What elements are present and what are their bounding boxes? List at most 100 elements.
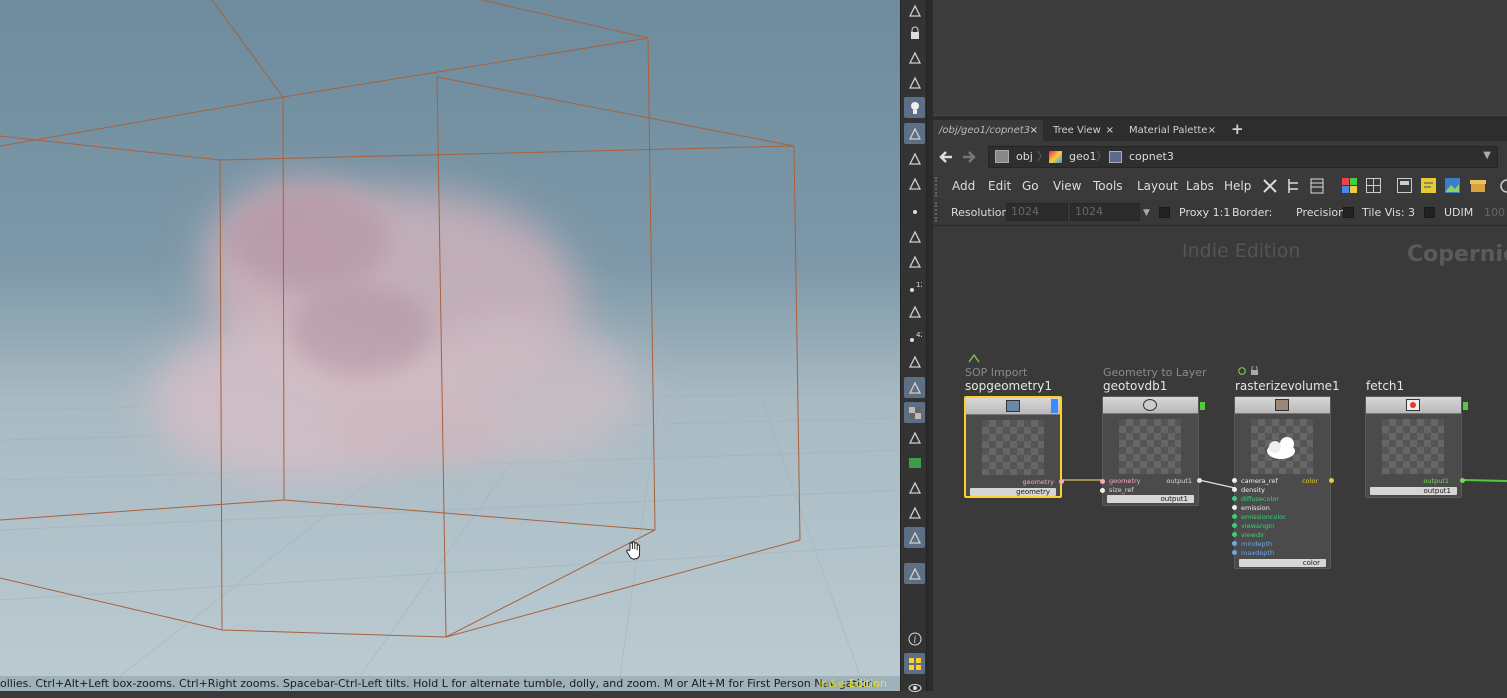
forward-arrow-icon[interactable] (961, 149, 977, 165)
input-port[interactable] (1232, 550, 1237, 555)
menu-edit[interactable]: Edit (988, 179, 1011, 193)
output-port[interactable] (1329, 478, 1334, 483)
number-12-icon[interactable]: 12 (904, 276, 925, 297)
node-category: Geometry to Layer (1103, 366, 1207, 379)
brush-icon[interactable] (904, 251, 925, 272)
color-grid-icon[interactable] (1342, 178, 1357, 193)
tools-icon[interactable] (1262, 178, 1278, 194)
curve-icon[interactable] (904, 351, 925, 372)
output-port[interactable] (1059, 479, 1064, 484)
bypass-flag[interactable] (1463, 402, 1468, 410)
network-editor[interactable]: Indie Edition Copernicus SOP Import sopg… (933, 226, 1507, 691)
input-port[interactable] (1232, 541, 1237, 546)
node-sopgeometry1[interactable]: geometry geometry (964, 396, 1064, 498)
udim-field[interactable]: 100 (1484, 206, 1505, 219)
menu-tools[interactable]: Tools (1093, 179, 1123, 193)
background-icon-glyph (908, 531, 921, 544)
number-42-icon[interactable]: 42 (904, 326, 925, 347)
pose-icon[interactable] (904, 0, 925, 21)
brush-icon-glyph (908, 255, 921, 268)
input-port[interactable] (1232, 523, 1237, 528)
display-icon[interactable] (904, 502, 925, 523)
menu-view[interactable]: View (1053, 179, 1081, 193)
node-rasterizevolume1[interactable]: camera_ref density diffusecolor emission emi… (1232, 396, 1334, 569)
output-port[interactable] (1197, 478, 1202, 483)
input-port[interactable] (1100, 488, 1105, 493)
scene-viewport[interactable]: ollies. Ctrl+Alt+Left box-zooms. Ctrl+Ri… (0, 0, 900, 691)
resolution-x-field[interactable]: 1024 (1006, 203, 1068, 221)
tilevis-checkbox[interactable] (1343, 207, 1354, 218)
close-icon[interactable]: × (1030, 120, 1038, 141)
close-icon[interactable]: × (1106, 120, 1114, 141)
input-port[interactable] (1232, 487, 1237, 492)
point-icon[interactable] (904, 201, 925, 222)
udim-checkbox[interactable] (1424, 207, 1435, 218)
dropper-icon[interactable] (904, 427, 925, 448)
chevron-down-icon[interactable]: ▼ (1143, 208, 1150, 218)
display-flag[interactable] (1051, 399, 1058, 413)
input-port[interactable] (1100, 479, 1105, 484)
fill-icon-glyph (908, 381, 921, 394)
back-arrow-icon[interactable] (938, 149, 954, 165)
node-fetch1[interactable]: output1 output1 (1365, 396, 1465, 498)
ghost-icon[interactable] (904, 47, 925, 68)
texture-icon[interactable] (904, 452, 925, 473)
status-bar: ollies. Ctrl+Alt+Left box-zooms. Ctrl+Ri… (0, 676, 900, 691)
list-icon[interactable] (1310, 178, 1324, 194)
proxy-checkbox[interactable] (1159, 207, 1170, 218)
lock-icon[interactable] (904, 22, 925, 43)
menu-go[interactable]: Go (1022, 179, 1039, 193)
input-port[interactable] (1232, 496, 1237, 501)
snap-icon[interactable] (904, 72, 925, 93)
bypass-flag[interactable] (1200, 402, 1205, 410)
upper-pane (933, 0, 1507, 115)
svg-text:12: 12 (916, 281, 922, 289)
network-icon[interactable] (1397, 178, 1412, 193)
input-port[interactable] (1232, 514, 1237, 519)
search-icon[interactable] (1499, 178, 1507, 194)
chevron-down-icon[interactable]: ▼ (1483, 150, 1491, 161)
input-port[interactable] (1232, 532, 1237, 537)
input-port[interactable] (1232, 505, 1237, 510)
menu-layout[interactable]: Layout (1137, 179, 1178, 193)
add-tab-button[interactable]: + (1225, 120, 1245, 141)
info-icon-glyph: i (908, 632, 921, 645)
pin-icon[interactable] (904, 563, 925, 584)
checker-icon[interactable] (904, 402, 925, 423)
fill-icon[interactable] (904, 377, 925, 398)
menu-add[interactable]: Add (952, 179, 975, 193)
image-icon[interactable] (1445, 178, 1460, 193)
transform-icon[interactable] (904, 477, 925, 498)
grid-view-icon[interactable] (1366, 178, 1381, 193)
box-icon[interactable] (1470, 178, 1486, 193)
light-icon[interactable] (904, 97, 925, 118)
tab-network-path[interactable]: /obj/geo1/copnet3 × (933, 120, 1043, 141)
node-geotovdb1[interactable]: geometry size_ref output1 output1 (1100, 396, 1202, 506)
background-icon[interactable] (904, 527, 925, 548)
breadcrumb-obj[interactable]: obj (1016, 147, 1033, 167)
info-icon[interactable]: i (904, 628, 925, 649)
grip-handle[interactable] (935, 202, 939, 222)
output-port[interactable] (1460, 478, 1465, 483)
layers-icon[interactable] (904, 173, 925, 194)
close-icon[interactable]: × (1208, 120, 1216, 141)
grip-handle[interactable] (935, 177, 939, 197)
tab-tree-view[interactable]: Tree View × (1047, 120, 1119, 141)
tab-material-palette[interactable]: Material Palette × (1123, 120, 1221, 141)
menu-help[interactable]: Help (1224, 179, 1251, 193)
rotate-icon[interactable] (904, 148, 925, 169)
menu-labs[interactable]: Labs (1186, 179, 1214, 193)
cloud-thumbnail-icon (1267, 437, 1295, 459)
breadcrumb-geo1[interactable]: geo1 (1069, 147, 1096, 167)
grid-icon[interactable] (904, 653, 925, 674)
pick-icon[interactable] (904, 226, 925, 247)
camera-icon[interactable] (904, 123, 925, 144)
resolution-y-field[interactable]: 1024 (1070, 203, 1140, 221)
status-hint-text: ollies. Ctrl+Alt+Left box-zooms. Ctrl+Ri… (0, 677, 878, 690)
sticky-note-icon[interactable] (1421, 178, 1436, 193)
eye-icon[interactable] (904, 677, 925, 698)
breadcrumb-copnet3[interactable]: copnet3 (1129, 147, 1174, 167)
paint-icon[interactable] (904, 301, 925, 322)
input-port[interactable] (1232, 478, 1237, 483)
tree-icon[interactable] (1286, 178, 1300, 194)
